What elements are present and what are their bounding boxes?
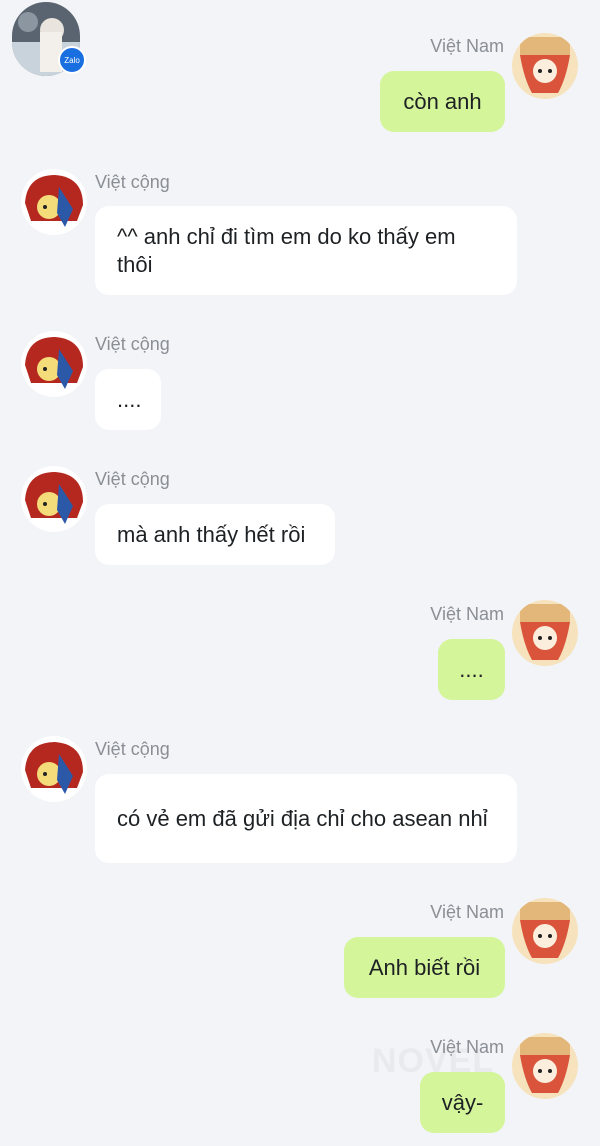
sender-name: Việt Nam — [430, 902, 504, 922]
sender-name: Việt Nam — [430, 604, 504, 624]
message-bubble[interactable]: vậy- — [420, 1072, 505, 1133]
avatar-viet-cong[interactable] — [21, 466, 87, 532]
message-bubble[interactable]: .... — [95, 369, 161, 430]
sender-name: Việt cộng — [95, 469, 170, 489]
message-bubble[interactable]: mà anh thấy hết rồi — [95, 504, 335, 565]
message-bubble[interactable]: ^^ anh chỉ đi tìm em do ko thấy em thôi — [95, 206, 517, 295]
message-text: .... — [117, 386, 142, 412]
avatar-viet-nam[interactable] — [512, 600, 578, 666]
message-bubble[interactable]: còn anh — [380, 71, 505, 132]
sender-name: Việt Nam — [430, 1037, 504, 1057]
message-text: ^^ anh chỉ đi tìm em do ko thấy em thôi — [117, 223, 456, 277]
avatar-viet-cong[interactable] — [21, 169, 87, 235]
sender-name: Việt cộng — [95, 334, 170, 354]
message-text: còn anh — [403, 88, 482, 114]
message-text: mà anh thấy hết rồi — [117, 521, 306, 547]
message-text: vậy- — [441, 1089, 484, 1115]
zalo-badge-label: Zalo — [64, 55, 80, 65]
message-text: Anh biết rồi — [368, 954, 481, 980]
zalo-badge: Zalo — [58, 46, 86, 74]
avatar-viet-cong[interactable] — [21, 736, 87, 802]
message-bubble[interactable]: .... — [438, 639, 505, 700]
avatar-viet-nam[interactable] — [512, 33, 578, 99]
message-text: có vẻ em đã gửi địa chỉ cho asean nhỉ — [117, 805, 488, 831]
message-bubble[interactable]: có vẻ em đã gửi địa chỉ cho asean nhỉ — [95, 774, 517, 863]
avatar-viet-cong[interactable] — [21, 331, 87, 397]
sender-name: Việt cộng — [95, 172, 170, 192]
message-bubble[interactable]: Anh biết rồi — [344, 937, 505, 998]
avatar-viet-nam[interactable] — [512, 1033, 578, 1099]
message-text: .... — [459, 656, 484, 682]
sender-name: Việt cộng — [95, 739, 170, 759]
sender-name: Việt Nam — [430, 36, 504, 56]
avatar-viet-nam[interactable] — [512, 898, 578, 964]
